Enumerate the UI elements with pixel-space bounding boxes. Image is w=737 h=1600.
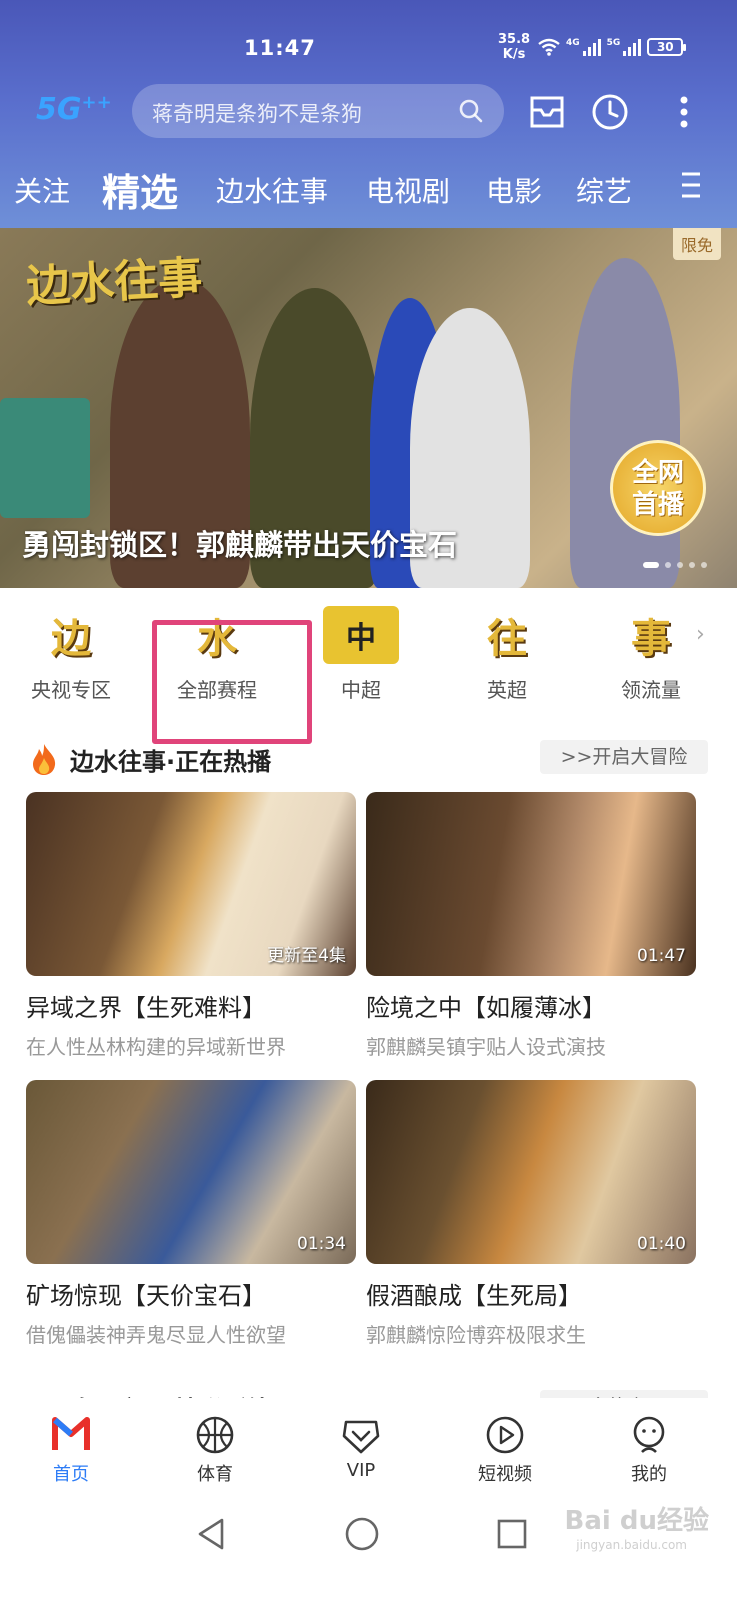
fire-icon xyxy=(33,744,56,775)
video-subtitle: 郭麒麟吴镇宇贴人设式演技 xyxy=(366,1035,606,1059)
video-thumbnail[interactable]: 01:34 xyxy=(26,1080,356,1264)
channel-epl[interactable]: 往 英超 xyxy=(452,606,562,703)
section-more-button[interactable]: >>开启大冒险 xyxy=(540,740,708,774)
signal-5g-icon: 5G xyxy=(607,38,642,56)
watermark-logo: Bai du经验 xyxy=(564,1506,709,1536)
play-circle-icon xyxy=(486,1416,524,1454)
banner-figure xyxy=(0,398,90,518)
tab-variety[interactable]: 综艺 xyxy=(576,170,632,210)
bottom-tab-home[interactable]: 首页 xyxy=(26,1414,116,1486)
premiere-badge: 全网 首播 xyxy=(610,440,706,536)
carousel-dot xyxy=(701,562,707,568)
video-title[interactable]: 险境之中【如履薄冰】 xyxy=(366,988,696,1023)
channel-art: 往 xyxy=(487,615,527,662)
duration-badge: 01:47 xyxy=(637,946,686,966)
carousel-dot xyxy=(689,562,695,568)
highlight-annotation xyxy=(152,620,312,744)
channel-label: 英超 xyxy=(487,678,527,702)
duration-badge: 01:34 xyxy=(297,1234,346,1254)
video-thumbnail[interactable]: 更新至4集 xyxy=(26,792,356,976)
video-card[interactable]: 01:47 险境之中【如履薄冰】 郭麒麟吴镇宇贴人设式演技 xyxy=(366,792,696,1060)
video-thumbnail[interactable]: 01:40 xyxy=(366,1080,696,1264)
video-card[interactable]: 01:40 假酒酿成【生死局】 郭麒麟惊险博弈极限求生 xyxy=(366,1080,696,1348)
search-bar[interactable]: 蒋奇明是条狗不是条狗 xyxy=(132,84,504,138)
network-speed: 35.8 K/s xyxy=(498,32,531,62)
bottom-tab-bar: 首页 体育 VIP 短视频 我的 xyxy=(0,1398,737,1490)
episode-badge: 更新至4集 xyxy=(267,946,346,966)
carousel-dot xyxy=(677,562,683,568)
back-icon[interactable] xyxy=(192,1514,232,1554)
video-title[interactable]: 假酒酿成【生死局】 xyxy=(366,1276,696,1311)
status-bar: 11:47 35.8 K/s 4G 5G 30 xyxy=(0,28,737,72)
channel-label: 中超 xyxy=(341,678,381,702)
channel-art: 事 xyxy=(631,615,671,662)
signal-4g-icon: 4G xyxy=(566,38,601,56)
free-badge: 限免 xyxy=(672,228,721,260)
video-card[interactable]: 01:34 矿场惊现【天价宝石】 借傀儡装神弄鬼尽显人性欲望 xyxy=(26,1080,356,1348)
video-subtitle: 郭麒麟惊险博弈极限求生 xyxy=(366,1323,586,1347)
featured-banner[interactable]: 边水往事 限免 全网 首播 勇闯封锁区！郭麒麟带出天价宝石 xyxy=(0,228,737,588)
channel-get-data[interactable]: 事 领流量 xyxy=(596,606,706,703)
channel-label: 央视专区 xyxy=(31,678,111,702)
bottom-tab-vip[interactable]: VIP xyxy=(316,1414,406,1481)
battery-icon: 30 xyxy=(647,38,687,56)
bottom-tab-profile[interactable]: 我的 xyxy=(604,1414,694,1486)
video-card[interactable]: 更新至4集 异域之界【生死难料】 在人性丛林构建的异域新世界 xyxy=(26,792,356,1060)
tab-tv-series[interactable]: 电视剧 xyxy=(366,170,450,210)
message-icon[interactable] xyxy=(528,92,568,132)
status-icons: 4G 5G 30 xyxy=(538,38,687,56)
profile-icon xyxy=(633,1416,665,1453)
video-subtitle: 在人性丛林构建的异域新世界 xyxy=(26,1035,286,1059)
basketball-icon xyxy=(196,1416,234,1454)
tab-featured[interactable]: 精选 xyxy=(102,162,178,217)
search-input[interactable]: 蒋奇明是条狗不是条狗 xyxy=(152,98,362,128)
banner-caption: 勇闯封锁区！郭麒麟带出天价宝石 xyxy=(22,528,458,562)
channel-label: 领流量 xyxy=(621,678,681,702)
video-thumbnail[interactable]: 01:47 xyxy=(366,792,696,976)
history-icon[interactable] xyxy=(590,92,630,132)
show-title-art: 边水往事 xyxy=(25,252,204,313)
banner-figure xyxy=(570,258,680,588)
app-header: 11:47 35.8 K/s 4G 5G 30 5G++ 蒋奇明是条狗不是条狗 … xyxy=(0,0,737,230)
tab-bianshui[interactable]: 边水往事 xyxy=(216,170,328,210)
carousel-dot xyxy=(643,562,659,568)
carousel-indicator xyxy=(643,562,707,568)
wifi-icon xyxy=(538,38,560,56)
section-header: 边水往事·正在热播 >>开启大冒险 xyxy=(28,740,708,780)
channel-art: 边 xyxy=(51,615,91,662)
bottom-tab-sports[interactable]: 体育 xyxy=(170,1414,260,1486)
video-title[interactable]: 异域之界【生死难料】 xyxy=(26,988,356,1023)
vip-diamond-icon xyxy=(342,1420,380,1454)
tab-movies[interactable]: 电影 xyxy=(486,170,542,210)
watermark-url: jingyan.baidu.com xyxy=(576,1538,687,1552)
section-title: 边水往事·正在热播 xyxy=(70,748,272,776)
app-logo[interactable]: 5G++ xyxy=(36,92,112,127)
tab-menu-icon[interactable] xyxy=(678,168,704,202)
recents-square-icon[interactable] xyxy=(492,1514,532,1554)
more-vertical-icon[interactable] xyxy=(664,92,704,132)
channel-shortcuts: 边 央视专区 水 全部赛程 中 中超 往 英超 事 领流量 xyxy=(0,606,737,706)
status-time: 11:47 xyxy=(244,36,316,60)
video-subtitle: 借傀儡装神弄鬼尽显人性欲望 xyxy=(26,1323,286,1347)
search-icon[interactable] xyxy=(458,98,484,124)
channel-cctv[interactable]: 边 央视专区 xyxy=(16,606,126,703)
video-title[interactable]: 矿场惊现【天价宝石】 xyxy=(26,1276,356,1311)
carousel-dot xyxy=(665,562,671,568)
chevron-right-icon[interactable]: › xyxy=(696,622,705,647)
channel-csl[interactable]: 中 中超 xyxy=(306,606,416,703)
bottom-tab-short-video[interactable]: 短视频 xyxy=(460,1414,550,1486)
home-logo-icon xyxy=(52,1417,90,1450)
channel-art: 中 xyxy=(323,606,399,664)
home-circle-icon[interactable] xyxy=(342,1514,382,1554)
tab-follow[interactable]: 关注 xyxy=(14,170,70,210)
category-tabs: 关注 精选 边水往事 电视剧 电影 综艺 xyxy=(0,162,737,218)
duration-badge: 01:40 xyxy=(637,1234,686,1254)
